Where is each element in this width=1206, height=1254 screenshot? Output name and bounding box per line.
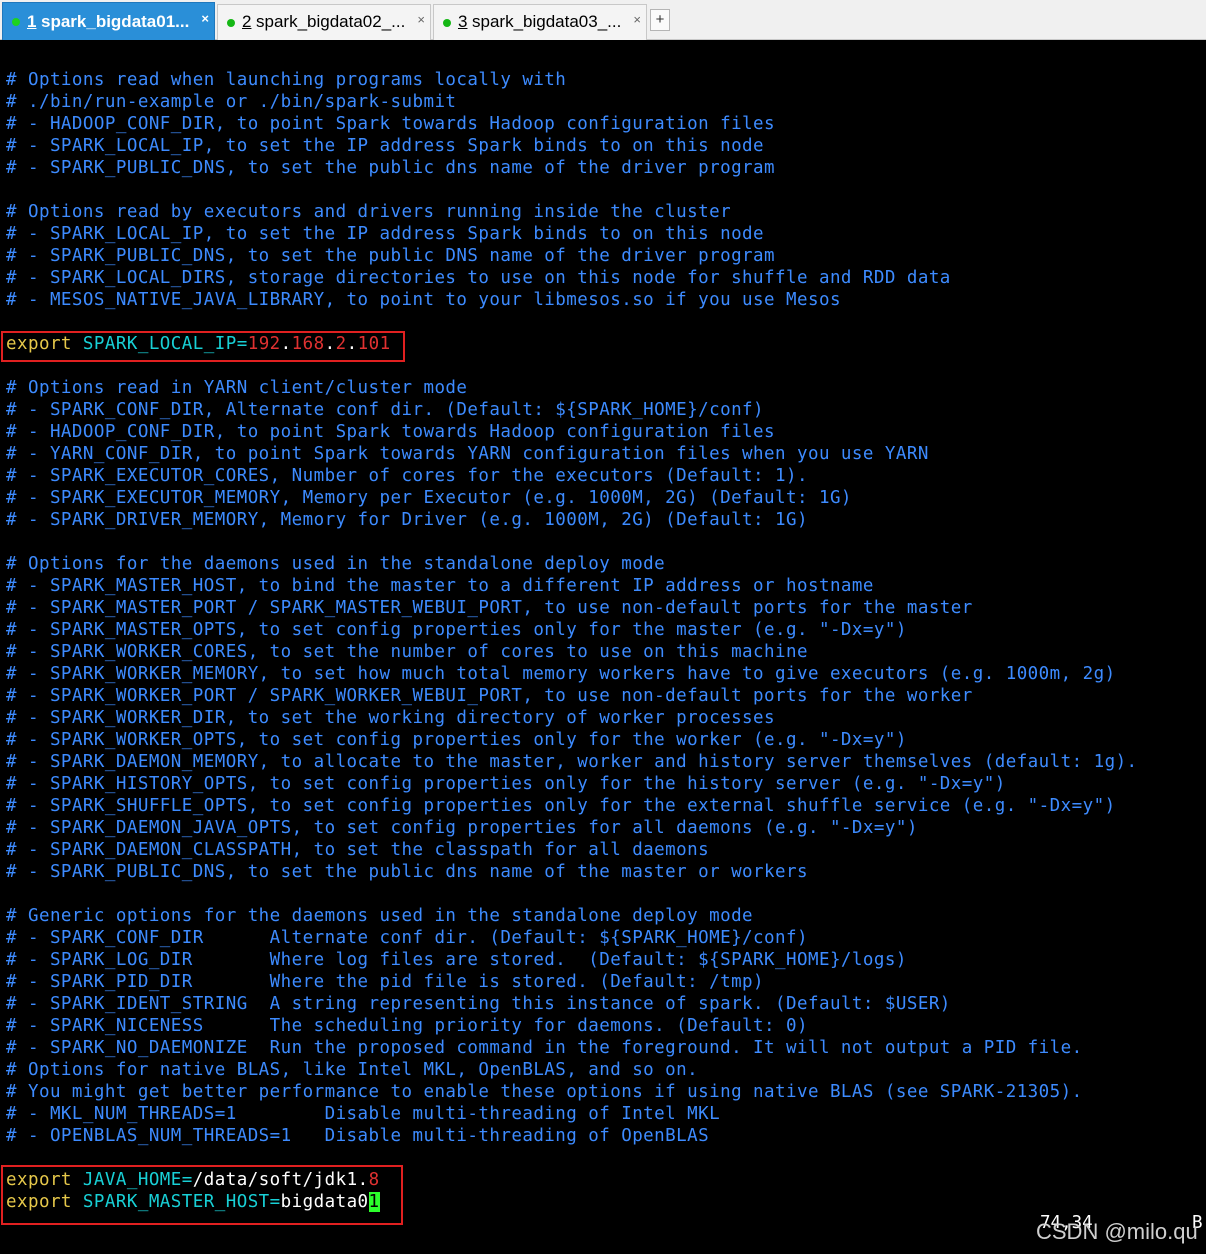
comment-line: # Options read by executors and drivers …: [6, 202, 732, 222]
close-tab-icon[interactable]: ×: [201, 3, 209, 35]
comment-line: # - SPARK_WORKER_DIR, to set the working…: [6, 708, 776, 728]
comment-line: # - SPARK_NO_DAEMONIZE Run the proposed …: [6, 1038, 1083, 1058]
comment-line: # You might get better performance to en…: [6, 1082, 1083, 1102]
text-cursor: 1: [368, 1192, 380, 1212]
comment-line: # Generic options for the daemons used i…: [6, 906, 754, 926]
tab-number: 1: [27, 12, 37, 31]
comment-line: # - SPARK_SHUFFLE_OPTS, to set config pr…: [6, 796, 1116, 816]
ip-dot: .: [280, 334, 292, 354]
tab-bar: 1 spark_bigdata01... × 2 spark_bigdata02…: [0, 0, 1206, 40]
comment-line: # - SPARK_EXECUTOR_MEMORY, Memory per Ex…: [6, 488, 852, 508]
comment-line: # - SPARK_HISTORY_OPTS, to set config pr…: [6, 774, 1006, 794]
comment-line: # - SPARK_IDENT_STRING A string represen…: [6, 994, 951, 1014]
variable-name: JAVA_HOME=: [71, 1170, 193, 1190]
comment-line: # - SPARK_CONF_DIR, Alternate conf dir. …: [6, 400, 765, 420]
comment-line: # - SPARK_PID_DIR Where the pid file is …: [6, 972, 765, 992]
comment-line: # - MKL_NUM_THREADS=1 Disable multi-thre…: [6, 1104, 721, 1124]
comment-line: # - SPARK_LOCAL_DIRS, storage directorie…: [6, 268, 951, 288]
export-java-home-line: export JAVA_HOME=/data/soft/jdk1.8: [6, 1169, 380, 1191]
comment-line: # Options for the daemons used in the st…: [6, 554, 666, 574]
comment-line: # - SPARK_NICENESS The scheduling priori…: [6, 1016, 808, 1036]
tab-number: 3: [458, 12, 468, 31]
comment-line: # - OPENBLAS_NUM_THREADS=1 Disable multi…: [6, 1126, 710, 1146]
comment-line: # - SPARK_DAEMON_CLASSPATH, to set the c…: [6, 840, 710, 860]
ip-dot: .: [346, 334, 358, 354]
export-keyword: export: [6, 1192, 72, 1212]
tab-spark-bigdata02[interactable]: 2 spark_bigdata02_... ×: [217, 4, 431, 40]
comment-line: # - SPARK_DRIVER_MEMORY, Memory for Driv…: [6, 510, 808, 530]
comment-line: # - SPARK_PUBLIC_DNS, to set the public …: [6, 862, 808, 882]
ip-octet: 192: [247, 334, 281, 354]
connected-status-icon: [12, 17, 20, 26]
comment-line: # - SPARK_LOG_DIR Where log files are st…: [6, 950, 907, 970]
comment-line: # - MESOS_NATIVE_JAVA_LIBRARY, to point …: [6, 290, 841, 310]
comment-line: # Options read in YARN client/cluster mo…: [6, 378, 468, 398]
tab-label: spark_bigdata02_...: [256, 12, 406, 31]
ip-octet: 101: [357, 334, 391, 354]
comment-line: # - SPARK_EXECUTOR_CORES, Number of core…: [6, 466, 808, 486]
tab-spark-bigdata01[interactable]: 1 spark_bigdata01... ×: [2, 2, 215, 40]
export-keyword: export: [6, 334, 72, 354]
new-tab-button[interactable]: +: [650, 9, 670, 31]
comment-line: # - SPARK_MASTER_OPTS, to set config pro…: [6, 620, 907, 640]
comment-line: # - YARN_CONF_DIR, to point Spark toward…: [6, 444, 929, 464]
comment-line: # - SPARK_WORKER_PORT / SPARK_WORKER_WEB…: [6, 686, 973, 706]
comment-line: # - HADOOP_CONF_DIR, to point Spark towa…: [6, 422, 776, 442]
tab-label: spark_bigdata01...: [41, 12, 190, 31]
comment-line: # - SPARK_PUBLIC_DNS, to set the public …: [6, 246, 776, 266]
export-spark-local-ip-line: export SPARK_LOCAL_IP=192.168.2.101: [6, 333, 391, 355]
comment-line: # - SPARK_DAEMON_MEMORY, to allocate to …: [6, 752, 1138, 772]
tab-number: 2: [242, 12, 252, 31]
export-spark-master-host-line: export SPARK_MASTER_HOST=bigdata01: [6, 1191, 380, 1213]
connected-status-icon: [443, 18, 451, 27]
comment-line: # Options read when launching programs l…: [6, 70, 567, 90]
java-path: /data/soft/jdk1.: [192, 1170, 369, 1190]
master-host: bigdata0: [280, 1192, 369, 1212]
comment-line: # - SPARK_LOCAL_IP, to set the IP addres…: [6, 224, 765, 244]
comment-line: # - SPARK_CONF_DIR Alternate conf dir. (…: [6, 928, 808, 948]
variable-name: SPARK_LOCAL_IP=: [71, 334, 248, 354]
comment-line: # - SPARK_WORKER_OPTS, to set config pro…: [6, 730, 907, 750]
comment-line: # - SPARK_MASTER_PORT / SPARK_MASTER_WEB…: [6, 598, 973, 618]
watermark: CSDN @milo.qu: [1036, 1219, 1198, 1244]
connected-status-icon: [227, 18, 235, 27]
export-keyword: export: [6, 1170, 72, 1190]
close-tab-icon[interactable]: ×: [417, 5, 425, 35]
comment-line: # ./bin/run-example or ./bin/spark-submi…: [6, 92, 457, 112]
close-tab-icon[interactable]: ×: [633, 5, 641, 35]
comment-line: # - SPARK_MASTER_HOST, to bind the maste…: [6, 576, 874, 596]
comment-line: # - SPARK_PUBLIC_DNS, to set the public …: [6, 158, 776, 178]
comment-line: # - SPARK_WORKER_MEMORY, to set how much…: [6, 664, 1116, 684]
ip-octet: 168: [291, 334, 325, 354]
comment-line: # - HADOOP_CONF_DIR, to point Spark towa…: [6, 114, 776, 134]
ip-octet: 2: [335, 334, 347, 354]
comment-line: # - SPARK_LOCAL_IP, to set the IP addres…: [6, 136, 765, 156]
comment-line: # - SPARK_WORKER_CORES, to set the numbe…: [6, 642, 808, 662]
java-version: 8: [368, 1170, 380, 1190]
tab-spark-bigdata03[interactable]: 3 spark_bigdata03_... ×: [433, 4, 647, 40]
tab-label: spark_bigdata03_...: [472, 12, 622, 31]
comment-line: # - SPARK_DAEMON_JAVA_OPTS, to set confi…: [6, 818, 918, 838]
ip-dot: .: [324, 334, 336, 354]
comment-line: # Options for native BLAS, like Intel MK…: [6, 1060, 699, 1080]
variable-name: SPARK_MASTER_HOST=: [71, 1192, 281, 1212]
